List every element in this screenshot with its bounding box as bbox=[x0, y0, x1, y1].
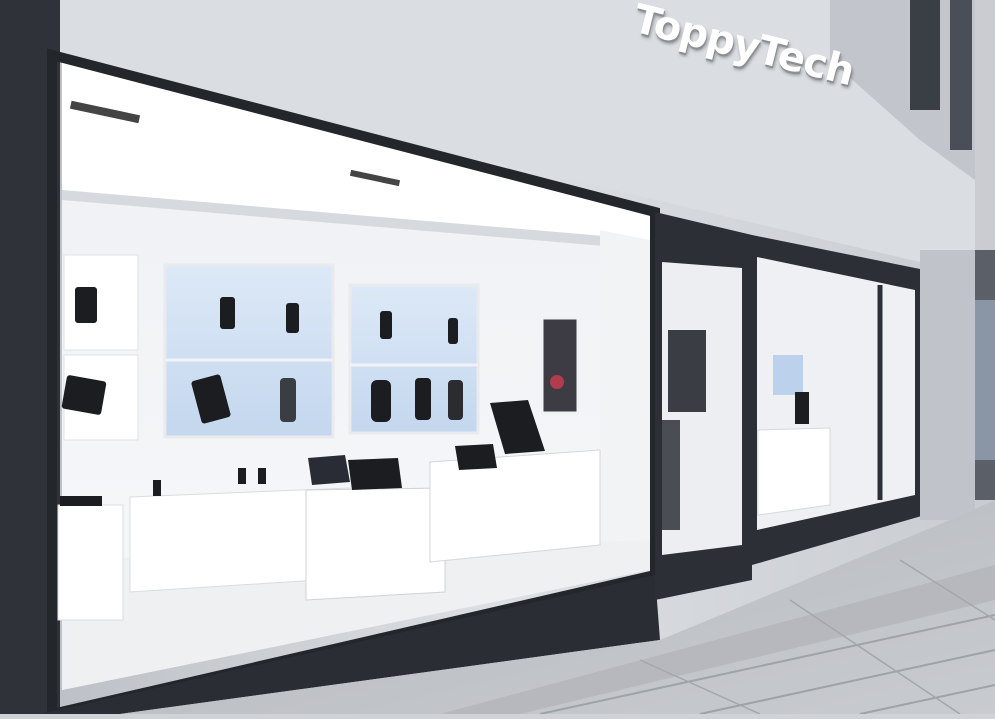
display-table-4 bbox=[429, 449, 601, 563]
right-pillar bbox=[920, 250, 975, 520]
phone-display-11 bbox=[448, 380, 463, 420]
upper-window bbox=[910, 0, 940, 110]
right-window-screen bbox=[773, 355, 803, 395]
inner-side-wall bbox=[600, 230, 650, 555]
tablet-display bbox=[308, 455, 350, 485]
display-table-3 bbox=[305, 487, 446, 601]
phone-display-6 bbox=[280, 378, 296, 422]
tablet-display-3 bbox=[455, 444, 497, 470]
storefront-illustration bbox=[0, 0, 995, 719]
phone-display bbox=[75, 287, 97, 323]
phone-display-2 bbox=[61, 375, 107, 415]
device-on-table bbox=[60, 496, 102, 506]
right-window-table bbox=[757, 427, 831, 516]
phone-display-10 bbox=[415, 378, 431, 420]
tablet-display-2 bbox=[348, 458, 402, 490]
storefront-scene: ToppyTech bbox=[0, 0, 995, 719]
phone-display-4 bbox=[286, 303, 299, 333]
door-reflection-panel bbox=[668, 330, 706, 412]
phone-display-7 bbox=[380, 311, 392, 339]
poster-graphic bbox=[550, 375, 564, 389]
phone-display-9 bbox=[371, 380, 391, 422]
upper-window-2 bbox=[950, 0, 972, 150]
phone-display-8 bbox=[448, 318, 458, 344]
display-table bbox=[57, 504, 124, 621]
display-screen bbox=[163, 263, 335, 439]
phone-display-3 bbox=[220, 297, 235, 329]
poster bbox=[540, 316, 580, 415]
